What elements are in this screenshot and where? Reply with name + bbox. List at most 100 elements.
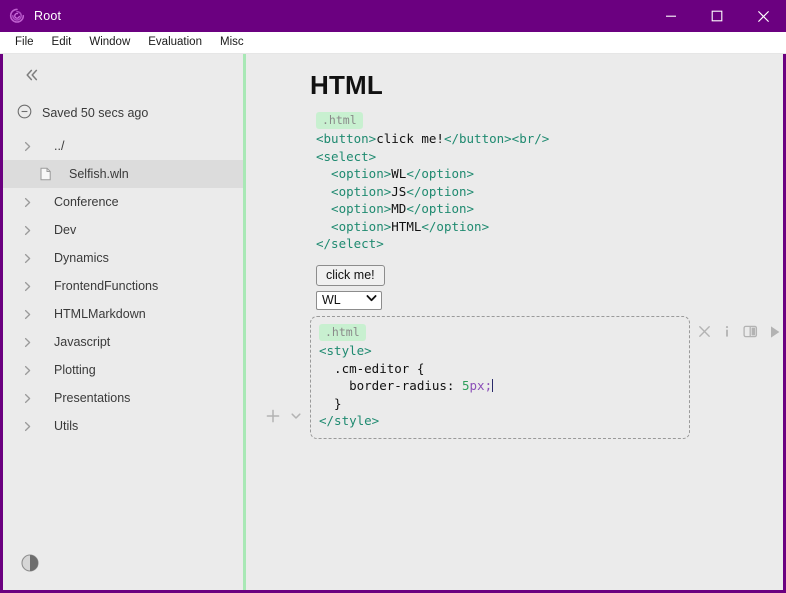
app-window: Root File Edit Window Evaluation Misc Sa… (0, 0, 786, 593)
chevron-right-icon (21, 140, 39, 153)
tree-item-label: FrontendFunctions (54, 279, 159, 293)
window-title: Root (34, 9, 62, 23)
code-token: </option> (406, 201, 475, 217)
plus-icon[interactable] (265, 408, 281, 424)
code-token: px; (469, 378, 493, 394)
notebook-content: HTML .html <button>click me!</button><br… (246, 54, 783, 590)
chevron-right-icon (21, 364, 39, 377)
play-icon[interactable] (769, 325, 781, 339)
tree-item-dynamics[interactable]: Dynamics (3, 244, 243, 272)
code-token: WL (391, 166, 407, 182)
cell-type-badge: .html (316, 112, 363, 130)
sidebar: Saved 50 secs ago ../ Selfish.wln Confer… (3, 54, 243, 590)
menu-item-evaluation[interactable]: Evaluation (139, 35, 211, 51)
rendered-click-me-button[interactable]: click me! (316, 264, 385, 286)
tree-item-label: Conference (54, 195, 119, 209)
sidebar-header (3, 54, 243, 96)
code-token: </select> (316, 236, 384, 252)
save-status: Saved 50 secs ago (3, 96, 243, 132)
tree-item-label: Plotting (54, 363, 96, 377)
menu-bar: File Edit Window Evaluation Misc (0, 32, 786, 54)
save-status-label: Saved 50 secs ago (42, 106, 149, 120)
rendered-language-select[interactable]: WL (316, 290, 382, 310)
tree-item-plotting[interactable]: Plotting (3, 356, 243, 384)
code-token: <option> (316, 183, 392, 199)
code-token: <style> (319, 343, 372, 359)
code-token: MD (391, 201, 407, 217)
tree-item-label: Javascript (54, 335, 111, 349)
tree-item-htmlmarkdown[interactable]: HTMLMarkdown (3, 300, 243, 328)
code-cell-2[interactable]: .html <style> .cm-editor { border-radius… (266, 315, 780, 439)
file-tree: ../ Selfish.wln Conference Dev Dynamics … (3, 132, 243, 440)
spiral-logo-icon (8, 7, 26, 25)
chevron-down-icon (366, 294, 377, 305)
code-cell-2-source[interactable]: <style> .cm-editor { border-radius: 5px;… (319, 342, 681, 430)
tree-item-conference[interactable]: Conference (3, 188, 243, 216)
code-token: HTML (391, 218, 422, 234)
cell-type-badge: .html (319, 323, 366, 342)
code-token: <select> (316, 148, 377, 164)
title-bar: Root (0, 0, 786, 32)
code-token: click me! (376, 131, 444, 147)
cell-output: click me! WL (316, 264, 783, 310)
close-icon[interactable] (740, 0, 786, 32)
tree-item-utils[interactable]: Utils (3, 412, 243, 440)
tree-item-frontendfunctions[interactable]: FrontendFunctions (3, 272, 243, 300)
tree-item-presentations[interactable]: Presentations (3, 384, 243, 412)
code-token: 5 (462, 378, 470, 394)
window-controls (648, 0, 786, 32)
code-token: </option> (406, 183, 475, 199)
code-token: <option> (316, 166, 392, 182)
sidebar-footer (3, 552, 243, 590)
circle-minus-icon (17, 104, 32, 122)
menu-item-misc[interactable]: Misc (211, 35, 253, 51)
code-token: border-radius: (319, 378, 462, 394)
tree-item-label: Dynamics (54, 251, 109, 265)
title-bar-left: Root (0, 7, 61, 25)
menu-item-file[interactable]: File (6, 35, 43, 51)
tree-item-label: Presentations (54, 391, 131, 405)
file-document-icon (39, 167, 57, 181)
tree-item-label: HTMLMarkdown (54, 307, 146, 321)
page-title: HTML (310, 70, 383, 100)
notebook-document: HTML .html <button>click me!</button><br… (258, 54, 783, 439)
chevron-right-icon (21, 196, 39, 209)
rendered-select-value: WL (322, 292, 341, 307)
menu-item-edit[interactable]: Edit (43, 35, 81, 51)
chevrons-left-icon[interactable] (21, 64, 43, 86)
code-token: .cm-editor { (319, 360, 425, 376)
maximize-icon[interactable] (694, 0, 740, 32)
code-token: <option> (316, 201, 392, 217)
tree-item-selfish-wln[interactable]: Selfish.wln (3, 160, 243, 188)
code-token: </button><br/> (443, 131, 550, 147)
cell-left-controls (265, 408, 303, 424)
chevron-right-icon (21, 280, 39, 293)
tree-item-dev[interactable]: Dev (3, 216, 243, 244)
main-body: Saved 50 secs ago ../ Selfish.wln Confer… (0, 54, 786, 593)
half-circle-theme-icon[interactable] (19, 552, 41, 574)
chevron-right-icon (21, 420, 39, 433)
code-cell-1-source[interactable]: <button>click me!</button><br/> <select>… (316, 130, 777, 253)
chevron-down-icon[interactable] (289, 409, 303, 423)
tree-item-label: Selfish.wln (69, 167, 129, 181)
tree-item-label: Utils (54, 419, 79, 433)
chevron-right-icon (21, 252, 39, 265)
code-token: JS (391, 183, 407, 199)
info-icon[interactable] (722, 325, 732, 338)
cell-right-controls (698, 325, 781, 339)
tree-item-parent-dir[interactable]: ../ (3, 132, 243, 160)
chevron-right-icon (21, 392, 39, 405)
menu-item-window[interactable]: Window (80, 35, 139, 51)
text-cursor (492, 379, 494, 393)
code-token: </option> (406, 166, 475, 182)
code-token: </option> (421, 218, 490, 234)
close-icon[interactable] (698, 325, 711, 338)
code-cell-1[interactable]: .html <button>click me!</button><br/> <s… (310, 107, 783, 257)
minimize-icon[interactable] (648, 0, 694, 32)
tree-item-label: ../ (54, 139, 65, 153)
chevron-right-icon (21, 336, 39, 349)
code-token: <option> (316, 218, 392, 234)
chevron-right-icon (21, 308, 39, 321)
tree-item-javascript[interactable]: Javascript (3, 328, 243, 356)
split-panel-icon[interactable] (743, 325, 758, 338)
